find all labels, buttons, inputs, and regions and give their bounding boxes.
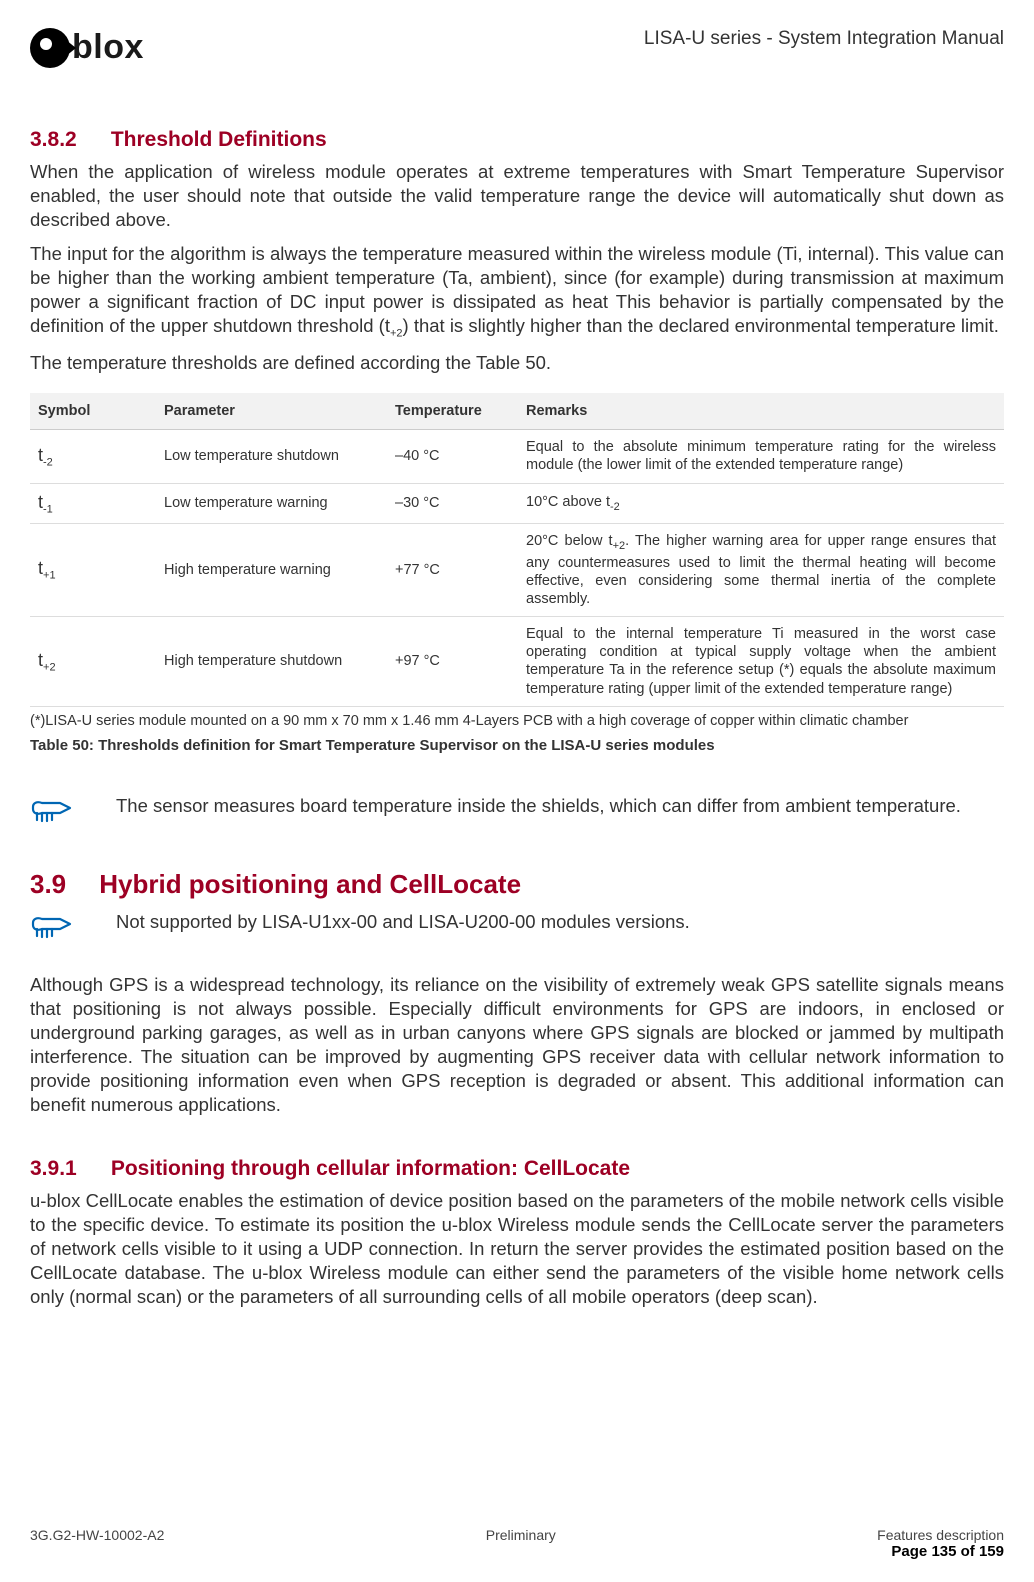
cell-symbol: t+1 [30,524,156,617]
col-temperature: Temperature [387,393,518,430]
paragraph: The input for the algorithm is always th… [30,242,1004,341]
col-parameter: Parameter [156,393,387,430]
text: ) that is slightly higher than the decla… [403,315,999,336]
logo-mark-icon [30,28,70,68]
col-remarks: Remarks [518,393,1004,430]
heading-3-9: 3.9 Hybrid positioning and CellLocate [30,869,1004,900]
footer-status: Preliminary [486,1527,556,1560]
cell-symbol: t-2 [30,430,156,483]
heading-3-8-2: 3.8.2 Threshold Definitions [30,128,1004,152]
table-caption: Table 50: Thresholds definition for Smar… [30,737,1004,754]
logo: blox [30,28,144,68]
heading-text: Hybrid positioning and CellLocate [99,869,521,899]
cell-temperature: +77 °C [387,524,518,617]
table-row: t-1 Low temperature warning –30 °C 10°C … [30,483,1004,524]
cell-parameter: Low temperature shutdown [156,430,387,483]
footer-page-number: Page 135 of 159 [877,1543,1004,1560]
cell-temperature: –40 °C [387,430,518,483]
cell-remarks: 20°C below t+2. The higher warning area … [518,524,1004,617]
table-row: t-2 Low temperature shutdown –40 °C Equa… [30,430,1004,483]
cell-temperature: –30 °C [387,483,518,524]
page-header: blox LISA-U series - System Integration … [30,28,1004,68]
table-row: t+1 High temperature warning +77 °C 20°C… [30,524,1004,617]
heading-number: 3.8.2 [30,128,105,152]
logo-text: blox [72,28,144,67]
heading-text: Threshold Definitions [111,128,327,151]
note-block: Not supported by LISA-U1xx-00 and LISA-U… [30,910,1004,945]
thresholds-table: Symbol Parameter Temperature Remarks t-2… [30,393,1004,706]
cell-temperature: +97 °C [387,617,518,707]
cell-parameter: High temperature warning [156,524,387,617]
cell-parameter: Low temperature warning [156,483,387,524]
heading-text: Positioning through cellular information… [111,1157,630,1180]
table-footnote: (*)LISA-U series module mounted on a 90 … [30,707,1004,731]
footer-doc-id: 3G.G2-HW-10002-A2 [30,1527,164,1560]
heading-number: 3.9 [30,869,92,900]
heading-number: 3.9.1 [30,1157,105,1181]
paragraph: Although GPS is a widespread technology,… [30,973,1004,1117]
note-text: Not supported by LISA-U1xx-00 and LISA-U… [86,910,1004,934]
footer-section: Features description [877,1527,1004,1543]
col-symbol: Symbol [30,393,156,430]
document-title: LISA-U series - System Integration Manua… [644,28,1004,50]
table-header-row: Symbol Parameter Temperature Remarks [30,393,1004,430]
cell-parameter: High temperature shutdown [156,617,387,707]
cell-symbol: t-1 [30,483,156,524]
page-footer: 3G.G2-HW-10002-A2 Preliminary Features d… [30,1527,1004,1560]
subscript: +2 [390,328,403,340]
paragraph: The temperature thresholds are defined a… [30,351,1004,375]
heading-3-9-1: 3.9.1 Positioning through cellular infor… [30,1157,1004,1181]
cell-remarks: Equal to the internal temperature Ti mea… [518,617,1004,707]
cell-remarks: 10°C above t-2 [518,483,1004,524]
cell-remarks: Equal to the absolute minimum temperatur… [518,430,1004,483]
table-row: t+2 High temperature shutdown +97 °C Equ… [30,617,1004,707]
note-block: The sensor measures board temperature in… [30,794,1004,829]
footer-right: Features description Page 135 of 159 [877,1527,1004,1560]
pointing-hand-icon [30,794,86,829]
pointing-hand-icon [30,910,86,945]
cell-symbol: t+2 [30,617,156,707]
note-text: The sensor measures board temperature in… [86,794,1004,818]
paragraph: When the application of wireless module … [30,160,1004,232]
paragraph: u-blox CellLocate enables the estimation… [30,1189,1004,1309]
